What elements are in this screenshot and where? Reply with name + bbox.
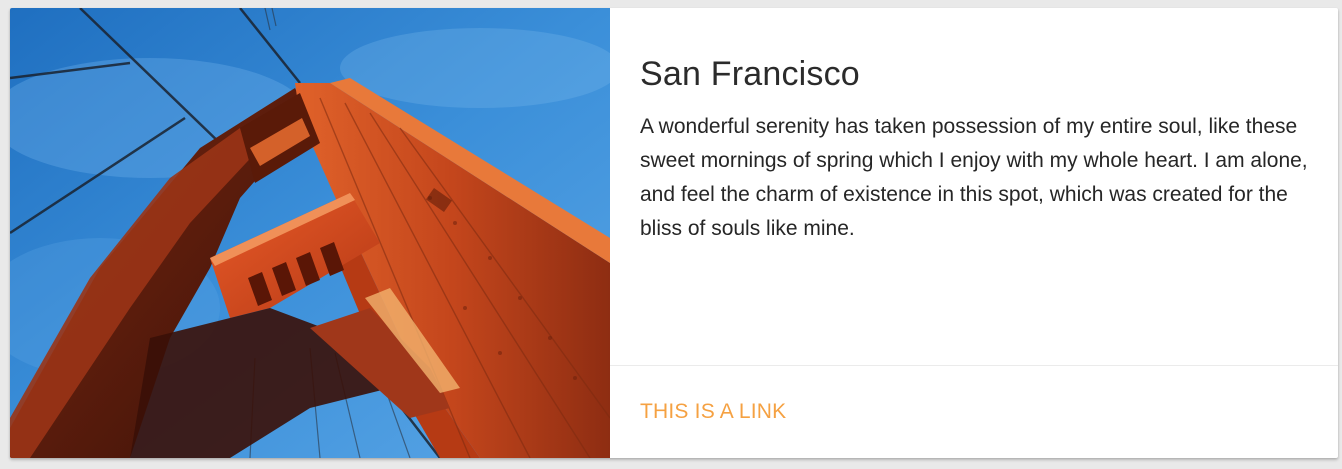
card-action: THIS IS A LINK [610, 365, 1338, 458]
card-link[interactable]: THIS IS A LINK [640, 400, 786, 424]
card-title: San Francisco [640, 55, 860, 93]
golden-gate-bridge-image [10, 8, 610, 458]
card-description: A wonderful serenity has taken possessio… [640, 115, 1308, 240]
card-image [10, 8, 610, 458]
horizontal-card: San Francisco A wonderful serenity has t… [10, 8, 1338, 458]
card-body: San Francisco A wonderful serenity has t… [610, 8, 1338, 458]
card-content: San Francisco A wonderful serenity has t… [610, 8, 1338, 365]
